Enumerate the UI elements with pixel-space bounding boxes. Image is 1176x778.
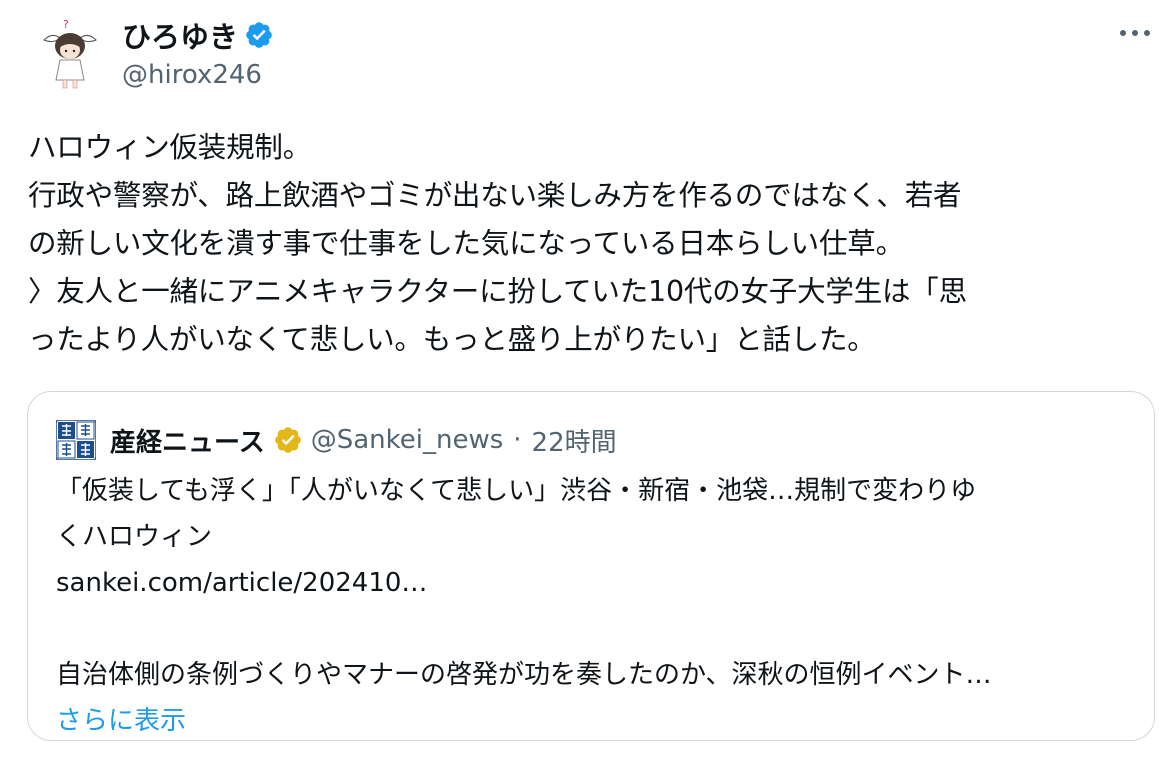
- svg-text:?: ?: [63, 18, 69, 31]
- tweet-text-line: の新しい文化を潰す事で仕事をした気になっている日本らしい仕草。: [28, 227, 904, 260]
- gold-verified-badge-icon[interactable]: [273, 425, 303, 455]
- quoted-author-display-name[interactable]: 産経ニュース: [110, 422, 265, 459]
- quoted-tweet-header: 産経ニュース @Sankei_news · 22時間: [56, 420, 617, 460]
- quoted-link-text: sankei.com/article/202410…: [56, 568, 428, 598]
- quoted-author-handle[interactable]: @Sankei_news: [311, 425, 504, 455]
- author-name-row: ひろゆき: [122, 14, 274, 56]
- quoted-tweet-text: 「仮装しても浮く」「人がいなくて悲しい」渋谷・新宿・池袋…規制で変わりゆ くハロ…: [56, 468, 1131, 744]
- avatar[interactable]: ?: [30, 14, 110, 94]
- quoted-tweet-card[interactable]: 産経ニュース @Sankei_news · 22時間 「仮装しても浮く」「人がい…: [27, 391, 1155, 741]
- tweet-text-line: 行政や警察が、路上飲酒やゴミが出ない楽しみ方を作るのではなく、若者: [28, 179, 962, 212]
- tweet-text-line: ハロウィン仮装規制。: [28, 131, 312, 164]
- quoted-text-line: 自治体側の条例づくりやマナーの啓発が功を奏したのか、深秋の恒例イベント…: [56, 660, 992, 690]
- ellipsis-horizontal-icon: [1120, 30, 1150, 36]
- more-options-button[interactable]: [1110, 18, 1160, 48]
- tweet-text: ハロウィン仮装規制。 行政や警察が、路上飲酒やゴミが出ない楽しみ方を作るのではな…: [28, 124, 1158, 364]
- quoted-text-line: 「仮装しても浮く」「人がいなくて悲しい」渋谷・新宿・池袋…規制で変わりゆ: [56, 476, 977, 506]
- cartoon-character-avatar-icon: ?: [30, 14, 110, 94]
- verified-badge-icon[interactable]: [244, 20, 274, 50]
- tweet-text-line: ったより人がいなくて悲しい。もっと盛り上がりたい」と話した。: [28, 323, 876, 356]
- tweet-text-line: 〉友人と一緒にアニメキャラクターに扮していた10代の女子大学生は「思: [28, 275, 967, 308]
- quoted-text-line: くハロウィン: [56, 522, 213, 552]
- quoted-tweet-timestamp[interactable]: 22時間: [532, 422, 617, 459]
- quoted-text-blank-line: [56, 606, 1131, 652]
- author-handle[interactable]: @hirox246: [122, 56, 262, 94]
- separator-dot: ·: [513, 425, 522, 455]
- author-display-name[interactable]: ひろゆき: [122, 14, 238, 56]
- show-more-link[interactable]: さらに表示: [56, 698, 1131, 744]
- sankei-shimbun-logo-icon[interactable]: [56, 420, 96, 460]
